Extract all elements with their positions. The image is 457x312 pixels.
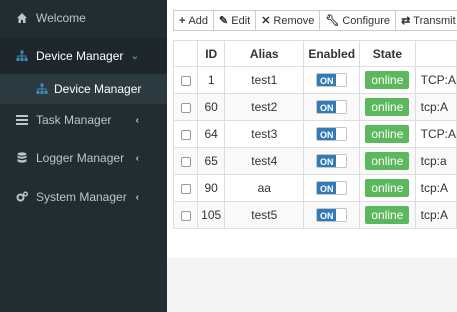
sitemap-icon [16,50,28,62]
row-checkbox[interactable] [180,102,191,113]
row-id: 60 [197,93,226,121]
status-badge: online [365,206,410,224]
table-row[interactable]: 64 test3 ON online TCP:A [172,120,457,148]
column-header-alias[interactable]: Alias [224,40,305,67]
wrench-icon: 🔧︎ [325,15,340,27]
task-list-icon [16,114,28,126]
toggle-on-label: ON [317,74,337,87]
toggle-knob [336,155,347,168]
chevron-left-icon: ‹ [135,191,139,203]
row-alias: test3 [224,120,305,148]
row-connection: TCP:A [414,120,457,148]
row-connection: tcp:a [414,147,457,175]
row-id: 65 [197,147,226,175]
table-row[interactable]: 105 test5 ON online tcp:A [172,201,457,229]
table-row[interactable]: 1 test1 ON online TCP:A [172,66,457,94]
configure-button[interactable]: 🔧︎ Configure [319,10,397,31]
status-badge: online [365,125,410,143]
enabled-toggle[interactable]: ON [316,208,348,223]
row-alias: test4 [224,147,305,175]
transmit-button[interactable]: ⇄ Transmit [395,10,457,31]
toolbar: + Add ✎ Edit ✕ Remove 🔧︎ Configure ⇄ Tra… [173,10,457,31]
row-id: 105 [197,201,226,229]
row-alias: test2 [224,93,305,121]
status-badge: online [365,71,410,89]
remove-button[interactable]: ✕ Remove [255,10,321,31]
edit-icon: ✎ [219,15,229,27]
home-icon [16,12,28,24]
toggle-on-label: ON [317,209,337,222]
row-checkbox[interactable] [180,129,191,140]
device-table: ID Alias Enabled State 1 test1 ON online… [172,40,457,229]
sitemap-icon [36,83,48,95]
sidebar-item-welcome[interactable]: Welcome [0,4,167,32]
sidebar-item-label: Welcome [36,11,86,25]
toggle-knob [336,74,347,87]
toggle-knob [336,182,347,195]
column-header-select [172,40,199,67]
remove-icon: ✕ [261,15,271,27]
sidebar-item-label: Task Manager [36,113,112,127]
row-connection: TCP:A [414,66,457,94]
gears-icon [16,191,28,203]
row-checkbox[interactable] [180,75,191,86]
chevron-left-icon: ‹ [135,114,139,126]
row-alias: test1 [224,66,305,94]
row-alias: test5 [224,201,305,229]
row-checkbox[interactable] [180,156,191,167]
toggle-knob [336,128,347,141]
chevron-down-icon: ⌄ [130,50,139,62]
column-header-id[interactable]: ID [197,40,226,67]
sidebar-item-logger-manager[interactable]: Logger Manager ‹ [0,144,167,172]
toggle-knob [336,101,347,114]
row-checkbox[interactable] [180,183,191,194]
toggle-on-label: ON [317,155,337,168]
toggle-knob [336,209,347,222]
plus-icon: + [179,14,186,27]
row-id: 64 [197,120,226,148]
row-id: 1 [197,66,226,94]
sidebar-item-device-manager[interactable]: Device Manager ⌄ [0,38,167,74]
sidebar-item-label: Logger Manager [36,151,125,165]
enabled-toggle[interactable]: ON [316,127,348,142]
table-row[interactable]: 90 aa ON online tcp:A [172,174,457,202]
database-icon [16,152,28,164]
column-header-enabled[interactable]: Enabled [303,40,361,67]
row-alias: aa [224,174,305,202]
status-badge: online [365,98,410,116]
exchange-icon: ⇄ [401,15,411,27]
enabled-toggle[interactable]: ON [316,100,348,115]
row-checkbox[interactable] [180,210,191,221]
content-footer-area [167,258,457,312]
row-connection: tcp:A [414,201,457,229]
edit-button[interactable]: ✎ Edit [213,10,257,31]
row-id: 90 [197,174,226,202]
status-badge: online [365,179,410,197]
sidebar-item-label: Device Manager [36,49,124,63]
sidebar-item-system-manager[interactable]: System Manager ‹ [0,183,167,211]
toggle-on-label: ON [317,128,337,141]
sidebar-subitem-device-manager[interactable]: Device Manager [0,74,167,104]
enabled-toggle[interactable]: ON [316,73,348,88]
chevron-left-icon: ‹ [135,152,139,164]
add-button[interactable]: + Add [173,10,215,31]
row-connection: tcp:A [414,174,457,202]
enabled-toggle[interactable]: ON [316,181,348,196]
table-row[interactable]: 65 test4 ON online tcp:a [172,147,457,175]
enabled-toggle[interactable]: ON [316,154,348,169]
sidebar-item-task-manager[interactable]: Task Manager ‹ [0,106,167,134]
toggle-on-label: ON [317,101,337,114]
table-row[interactable]: 60 test2 ON online tcp:A [172,93,457,121]
column-header-state[interactable]: State [359,40,416,67]
table-header-row: ID Alias Enabled State [172,40,457,67]
column-header-connection[interactable] [414,40,457,67]
sidebar-item-label: System Manager [36,190,127,204]
status-badge: online [365,152,410,170]
toggle-on-label: ON [317,182,337,195]
sidebar-subitem-label: Device Manager [54,82,142,96]
row-connection: tcp:A [414,93,457,121]
